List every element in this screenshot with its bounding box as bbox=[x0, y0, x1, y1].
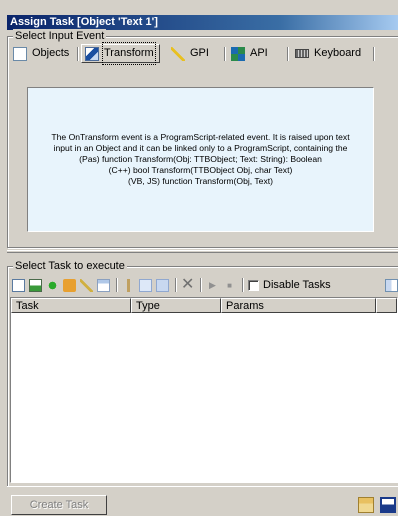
tab-gpi[interactable]: GPI bbox=[168, 44, 225, 63]
form-icon[interactable] bbox=[156, 278, 169, 292]
objects-icon bbox=[13, 46, 27, 61]
task-toolbar: ✕ ▶ ■ Disable Tasks bbox=[12, 276, 398, 294]
save-icon[interactable] bbox=[380, 497, 396, 513]
column-task[interactable]: Task bbox=[11, 298, 131, 313]
create-task-button[interactable]: Create Task bbox=[11, 495, 107, 515]
play-icon[interactable]: ▶ bbox=[206, 279, 219, 292]
disable-tasks-label: Disable Tasks bbox=[263, 279, 331, 291]
task-group-label: Select Task to execute bbox=[13, 259, 127, 273]
tab-transform[interactable]: Transform bbox=[81, 42, 160, 65]
sound-icon[interactable] bbox=[122, 278, 135, 292]
api-icon bbox=[231, 46, 245, 61]
open-folder-icon[interactable] bbox=[358, 497, 374, 513]
splitter[interactable] bbox=[7, 250, 398, 253]
task-list[interactable]: Task Type Params bbox=[10, 297, 398, 483]
event-description: The OnTransform event is a ProgramScript… bbox=[51, 132, 350, 186]
column-filler bbox=[376, 298, 397, 313]
script-icon[interactable] bbox=[63, 278, 76, 292]
add-object-icon[interactable] bbox=[29, 278, 42, 292]
tab-objects[interactable]: Objects bbox=[10, 44, 78, 63]
footer: Create Task bbox=[7, 486, 398, 516]
event-tab-strip: Objects Transform GPI API Keyboard bbox=[6, 42, 394, 65]
assign-task-dialog: Assign Task [Object 'Text 1'] Select Inp… bbox=[0, 0, 398, 516]
task-list-header: Task Type Params bbox=[11, 298, 397, 313]
disable-tasks-checkbox[interactable] bbox=[248, 279, 259, 291]
layout-icon[interactable] bbox=[385, 278, 398, 292]
image-icon[interactable] bbox=[139, 278, 152, 292]
tab-keyboard[interactable]: Keyboard bbox=[292, 44, 374, 63]
column-params[interactable]: Params bbox=[221, 298, 376, 313]
window-icon[interactable] bbox=[97, 278, 110, 292]
wand-icon[interactable] bbox=[80, 278, 93, 292]
new-task-icon[interactable] bbox=[12, 278, 25, 292]
dialog-title: Assign Task [Object 'Text 1'] bbox=[7, 15, 398, 30]
gpi-icon bbox=[171, 46, 185, 61]
delete-icon[interactable]: ✕ bbox=[181, 276, 194, 292]
event-description-panel: The OnTransform event is a ProgramScript… bbox=[27, 87, 374, 232]
column-type[interactable]: Type bbox=[131, 298, 221, 313]
transform-icon bbox=[85, 46, 99, 61]
input-event-group-label: Select Input Event bbox=[13, 29, 107, 43]
stop-icon[interactable]: ■ bbox=[223, 279, 236, 292]
run-task-icon[interactable] bbox=[46, 278, 59, 292]
tab-api[interactable]: API bbox=[228, 44, 288, 63]
keyboard-icon bbox=[295, 49, 309, 58]
